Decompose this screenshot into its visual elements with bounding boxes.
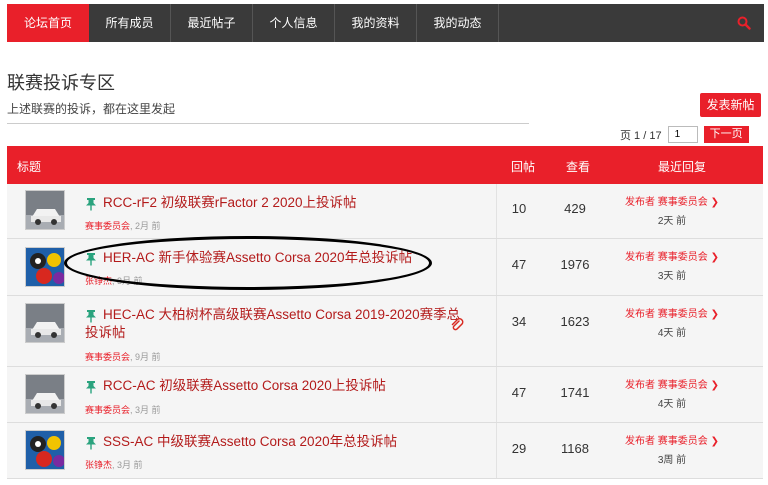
topic-title-link[interactable]: SSS-AC 中级联赛Assetto Corsa 2020年总投诉帖 [103,433,397,451]
last-reply-time: 4天 前 [657,328,687,339]
topic-author-link[interactable]: 赛事委员会 [85,221,130,231]
chevron-right-icon: ❯ [710,436,719,447]
table-row[interactable]: HER-AC 新手体验赛Assetto Corsa 2020年总投诉帖 张铮杰,… [7,239,763,296]
page-number-input[interactable] [667,126,698,143]
topic-author-link[interactable]: 赛事委员会 [85,405,130,415]
last-reply: 发布者 赛事委员会 ❯ 4天 前 [607,376,737,410]
topic-age: 2月 前 [135,221,161,231]
chevron-right-icon: ❯ [710,197,719,208]
nav-all-members[interactable]: 所有成员 [89,4,171,42]
view-count: 1741 [560,385,590,400]
table-row[interactable]: HEC-AC 大柏树杯高级联赛Assetto Corsa 2019-2020赛季… [7,296,763,367]
paperclip-icon [451,318,464,331]
car-thumbnail [25,303,65,343]
search-icon [737,16,751,30]
page-description: 上述联赛的投诉，都在这里发起 [7,100,529,124]
topic-author-link[interactable]: 张铮杰 [85,276,112,286]
reply-count: 34 [511,314,527,329]
last-reply-time: 3天 前 [657,271,687,282]
topic-title-link[interactable]: RCC-AC 初级联赛Assetto Corsa 2020上投诉帖 [103,377,386,395]
header-title: 标题 [17,160,42,174]
top-nav: 论坛首页 所有成员 最近帖子 个人信息 我的资料 我的动态 [7,4,764,42]
header-last-reply: 最近回复 [658,160,707,174]
topic-title-link-cont[interactable]: 投诉帖 [85,324,126,342]
topic-meta: 赛事委员会, 9月 前 [85,352,161,362]
nav-my-activity[interactable]: 我的动态 [417,4,499,42]
table-row[interactable]: RCC-rF2 初级联赛rFactor 2 2020上投诉帖 赛事委员会, 2月… [7,184,763,239]
table-header: 标题 回帖 查看 最近回复 [7,146,763,184]
car-thumbnail [25,190,65,230]
header-replies: 回帖 [511,160,536,174]
pagination: 页 1 / 17 下一页 [620,126,749,143]
nav-personal-info[interactable]: 个人信息 [253,4,335,42]
billiards-thumbnail [25,247,65,287]
last-reply: 发布者 赛事委员会 ❯ 3周 前 [607,432,737,466]
topic-age: 3月 前 [117,460,143,470]
topic-meta: 赛事委员会, 2月 前 [85,221,161,231]
page-title: 联赛投诉专区 [7,73,115,93]
reply-count: 29 [511,441,527,456]
topic-title-link[interactable]: RCC-rF2 初级联赛rFactor 2 2020上投诉帖 [103,194,357,212]
header-views: 查看 [566,160,591,174]
new-post-button[interactable]: 发表新帖 [700,93,761,117]
last-reply: 发布者 赛事委员会 ❯ 4天 前 [607,305,737,339]
last-reply-author-link[interactable]: 发布者 赛事委员会 ❯ [607,248,737,263]
last-reply-author-link[interactable]: 发布者 赛事委员会 ❯ [607,432,737,447]
reply-count: 10 [511,201,527,216]
reply-count: 47 [511,385,527,400]
last-reply-author-link[interactable]: 发布者 赛事委员会 ❯ [607,193,737,208]
page-indicator: 页 1 / 17 [620,129,662,142]
pin-icon [86,253,96,266]
topic-meta: 张铮杰, 3月 前 [85,276,143,286]
topic-age: 9月 前 [135,352,161,362]
topic-author-link[interactable]: 张铮杰 [85,460,112,470]
chevron-right-icon: ❯ [710,380,719,391]
topic-title-link[interactable]: HER-AC 新手体验赛Assetto Corsa 2020年总投诉帖 [103,249,412,267]
topic-age: 3月 前 [135,405,161,415]
view-count: 429 [564,201,586,216]
car-thumbnail [25,374,65,414]
topic-meta: 张铮杰, 3月 前 [85,460,143,470]
pin-icon [86,381,96,394]
topic-title-link[interactable]: HEC-AC 大柏树杯高级联赛Assetto Corsa 2019-2020赛季… [103,306,460,324]
last-reply-time: 2天 前 [657,216,687,227]
last-reply-author-link[interactable]: 发布者 赛事委员会 ❯ [607,376,737,391]
next-page-button[interactable]: 下一页 [703,126,749,143]
reply-count: 47 [511,257,527,272]
chevron-right-icon: ❯ [710,252,719,263]
billiards-thumbnail [25,430,65,470]
pin-icon [86,437,96,450]
topic-meta: 赛事委员会, 3月 前 [85,405,161,415]
view-count: 1623 [560,314,590,329]
table-row[interactable]: SSS-AC 中级联赛Assetto Corsa 2020年总投诉帖 张铮杰, … [7,423,763,479]
last-reply: 发布者 赛事委员会 ❯ 3天 前 [607,248,737,282]
last-reply: 发布者 赛事委员会 ❯ 2天 前 [607,193,737,227]
nav-my-profile[interactable]: 我的资料 [335,4,417,42]
search-button[interactable] [724,4,764,42]
topic-author-link[interactable]: 赛事委员会 [85,352,130,362]
table-row[interactable]: RCC-AC 初级联赛Assetto Corsa 2020上投诉帖 赛事委员会,… [7,367,763,423]
view-count: 1168 [561,441,589,456]
nav-forum-home[interactable]: 论坛首页 [7,4,89,42]
topic-table: 标题 回帖 查看 最近回复 RCC-rF2 初级联赛rFactor 2 2020… [7,146,763,479]
pin-icon [86,198,96,211]
last-reply-author-link[interactable]: 发布者 赛事委员会 ❯ [607,305,737,320]
view-count: 1976 [560,257,590,272]
last-reply-time: 4天 前 [657,399,687,410]
chevron-right-icon: ❯ [710,309,719,320]
pin-icon [86,310,96,323]
nav-recent-posts[interactable]: 最近帖子 [171,4,253,42]
last-reply-time: 3周 前 [657,455,687,466]
topic-age: 3月 前 [117,276,143,286]
